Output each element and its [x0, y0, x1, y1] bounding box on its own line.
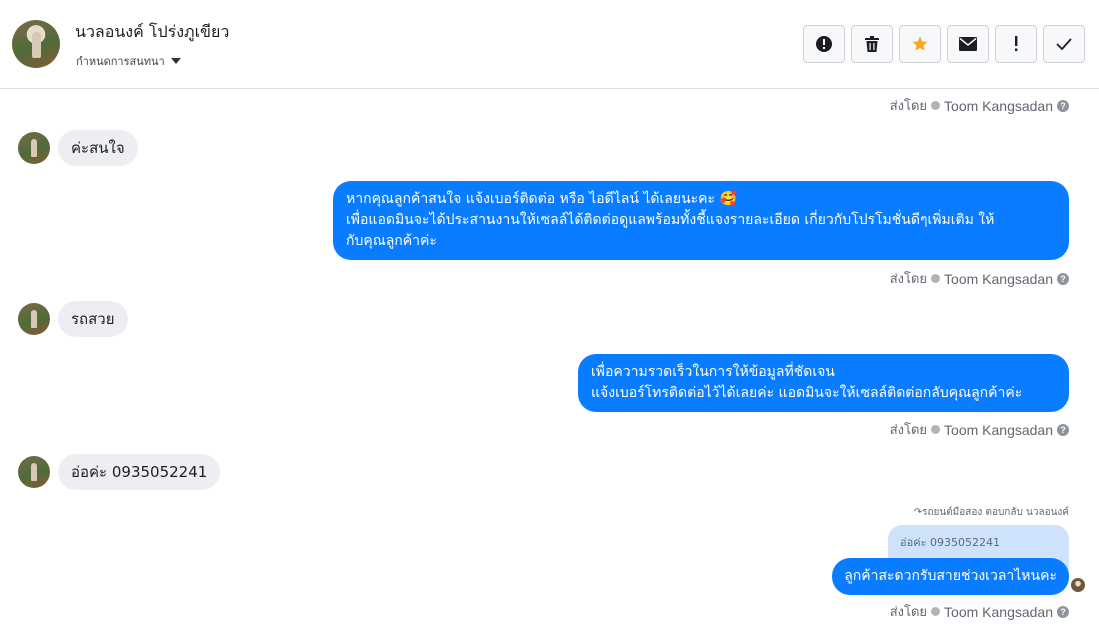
incoming-message: อ่อค่ะ 0935052241 [18, 454, 221, 490]
reply-note: ↷รถยนต์มือสอง ตอบกลับ นวลอนงค์ [913, 507, 1069, 518]
assign-label: กำหนดการสนทนา [76, 55, 165, 68]
star-icon [912, 36, 928, 51]
sent-by-label: ส่งโดย [889, 98, 928, 113]
spam-button[interactable] [803, 25, 845, 63]
sent-by-label: ส่งโดย [889, 604, 928, 619]
conversation-toolbar [803, 25, 1085, 63]
message-line: เพื่อความรวดเร็วในการให้ข้อมูลที่ชัดเจน [591, 364, 835, 380]
sent-by-meta: ส่งโดย Toom Kangsadan ? [890, 95, 1069, 116]
mark-unread-button[interactable] [947, 25, 989, 63]
incoming-message: รถสวย [18, 301, 128, 337]
help-icon[interactable]: ? [1057, 423, 1069, 436]
seen-avatar-icon [1071, 578, 1085, 592]
agent-name: Toom Kangsadan [944, 421, 1053, 438]
help-icon[interactable]: ? [1057, 272, 1069, 285]
agent-status-icon [931, 101, 941, 110]
message-thread[interactable]: ส่งโดย Toom Kangsadan ? ค่ะสนใจ หากคุณลู… [0, 90, 1099, 636]
help-icon[interactable]: ? [1057, 605, 1069, 618]
outgoing-message-bubble[interactable]: ลูกค้าสะดวกรับสายช่วงเวลาไหนคะ [832, 558, 1069, 595]
sent-by-meta: ส่งโดย Toom Kangsadan ? [890, 419, 1069, 440]
sent-by-label: ส่งโดย [889, 422, 928, 437]
check-icon [1056, 38, 1072, 50]
avatar [18, 303, 50, 335]
message-bubble[interactable]: ค่ะสนใจ [58, 130, 138, 166]
message-bubble[interactable]: อ่อค่ะ 0935052241 [58, 454, 221, 490]
envelope-icon [959, 37, 977, 51]
assign-conversation-dropdown[interactable]: กำหนดการสนทนา [76, 52, 181, 70]
agent-name: Toom Kangsadan [944, 97, 1053, 114]
agent-status-icon [931, 274, 941, 283]
contact-name[interactable]: นวลอนงค์ โปร่งภูเขียว [75, 20, 229, 45]
sent-by-meta: ส่งโดย Toom Kangsadan ? [890, 601, 1069, 622]
caret-down-icon [170, 58, 181, 64]
message-bubble[interactable]: รถสวย [58, 301, 128, 337]
avatar [18, 456, 50, 488]
exclamation-icon [1015, 36, 1018, 52]
outgoing-message-bubble[interactable]: เพื่อความรวดเร็วในการให้ข้อมูลที่ชัดเจน … [578, 354, 1069, 412]
trash-icon [865, 36, 879, 52]
message-line: ลูกค้าสะดวกรับสายช่วงเวลาไหนคะ [844, 568, 1057, 584]
alert-circle-icon [816, 36, 832, 52]
message-line: หากคุณลูกค้าสนใจ แจ้งเบอร์ติดต่อ หรือ ไอ… [346, 191, 737, 207]
outgoing-message-bubble[interactable]: หากคุณลูกค้าสนใจ แจ้งเบอร์ติดต่อ หรือ ไอ… [333, 181, 1069, 260]
sent-by-label: ส่งโดย [889, 271, 928, 286]
agent-status-icon [931, 425, 941, 434]
agent-name: Toom Kangsadan [944, 603, 1053, 620]
message-line: กับคุณลูกค้าค่ะ [346, 233, 437, 249]
message-line: แจ้งเบอร์โทรติดต่อไว้ได้เลยค่ะ แอดมินจะใ… [591, 385, 1023, 401]
agent-status-icon [931, 607, 941, 616]
agent-name: Toom Kangsadan [944, 270, 1053, 287]
contact-avatar[interactable] [12, 20, 60, 68]
message-line: เพื่อแอดมินจะได้ประสานงานให้เซลล์ได้ติดต… [346, 212, 995, 228]
incoming-message: ค่ะสนใจ [18, 130, 138, 166]
sent-by-meta: ส่งโดย Toom Kangsadan ? [890, 268, 1069, 289]
star-button[interactable] [899, 25, 941, 63]
conversation-header: นวลอนงค์ โปร่งภูเขียว กำหนดการสนทนา [0, 0, 1099, 89]
delete-button[interactable] [851, 25, 893, 63]
avatar [18, 132, 50, 164]
help-icon[interactable]: ? [1057, 99, 1069, 112]
follow-up-button[interactable] [995, 25, 1037, 63]
mark-done-button[interactable] [1043, 25, 1085, 63]
